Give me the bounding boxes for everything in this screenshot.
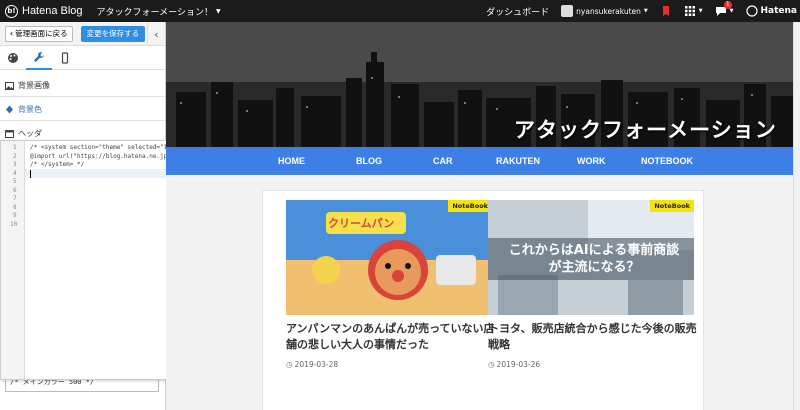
- tab-customize[interactable]: [26, 46, 52, 70]
- nav-item-rakuten[interactable]: RAKUTEN: [496, 156, 540, 166]
- image-icon: [5, 81, 14, 90]
- article-title[interactable]: アンパンマンのあんぱんが売っていない店舗の悲しい大人の事情だった: [286, 321, 496, 353]
- smartphone-icon: [61, 51, 69, 64]
- save-changes-button[interactable]: 変更を保存する: [80, 25, 146, 42]
- clock-icon: ◷: [286, 360, 293, 369]
- back-to-admin-button[interactable]: ‹ 管理画面に戻る: [5, 25, 73, 42]
- section-background-image[interactable]: 背景画像: [0, 80, 50, 91]
- thumbnail-caption: クリームパン: [328, 217, 395, 230]
- text-cursor: [30, 169, 31, 178]
- hatena-link[interactable]: Hatena: [745, 5, 798, 17]
- article-thumbnail[interactable]: クリームパン NoteBook: [286, 200, 492, 315]
- dashboard-label: ダッシュボード: [486, 7, 550, 18]
- background-image-label: 背景画像: [18, 81, 50, 90]
- blog-title[interactable]: アタックフォーメーション: [514, 114, 777, 144]
- nav-item-blog[interactable]: BLOG: [356, 156, 382, 166]
- hatena-blog-logo[interactable]: b! Hatena Blog: [5, 4, 83, 18]
- bookmark-icon: [662, 6, 669, 16]
- chat-icon: 1: [715, 1, 732, 17]
- paint-drop-icon: [6, 105, 13, 114]
- article-title[interactable]: トヨタ、販売店統合から感じた今後の販売戦略: [488, 321, 698, 353]
- header-label: ヘッダ: [18, 129, 42, 138]
- date-label: 2019-03-26: [496, 360, 541, 369]
- section-background-color[interactable]: 背景色: [0, 104, 42, 115]
- logo-mark-icon: b!: [5, 4, 18, 18]
- caret-down-icon: ▼: [216, 7, 221, 15]
- username-label: nyansukerakuten: [576, 6, 641, 16]
- blog-name-dropdown[interactable]: アタックフォーメーション！ ▼: [97, 5, 221, 18]
- nav-item-work[interactable]: WORK: [577, 156, 606, 166]
- user-menu[interactable]: nyansukerakuten ▼: [561, 5, 648, 17]
- line-number-gutter: [1, 141, 25, 379]
- category-tag[interactable]: NoteBook: [650, 200, 694, 212]
- article-date: ◷ 2019-03-28: [286, 360, 338, 369]
- category-tag[interactable]: NoteBook: [448, 200, 492, 212]
- logo-text: Hatena Blog: [22, 5, 83, 17]
- thumbnail-caption: これからはAIによる事前商談が主流になる？: [508, 243, 680, 275]
- article-thumbnail[interactable]: これからはAIによる事前商談が主流になる？ NoteBook: [488, 200, 694, 315]
- wrench-icon: [34, 51, 44, 62]
- article-date: ◷ 2019-03-26: [488, 360, 540, 369]
- header-image: アタックフォーメーション: [166, 22, 800, 147]
- code-line: /* </system> */: [30, 161, 85, 168]
- bookmark-button[interactable]: [660, 5, 672, 17]
- blog-preview: アタックフォーメーション HOME BLOG CAR RAKUTEN WORK …: [166, 22, 800, 410]
- section-header[interactable]: ヘッダ: [0, 128, 42, 139]
- hatena-mark-icon: [745, 5, 758, 17]
- background-color-label: 背景色: [18, 105, 42, 114]
- avatar: [561, 5, 574, 17]
- dashboard-link[interactable]: ダッシュボード: [486, 5, 549, 18]
- blog-name-label: アタックフォーメーション！: [96, 7, 214, 18]
- caret-down-icon: ▼: [698, 8, 703, 14]
- grid-icon: [684, 6, 695, 16]
- notifications-button[interactable]: 1 ▼: [715, 1, 734, 17]
- hatena-label: Hatena: [760, 6, 798, 16]
- nav-item-home[interactable]: HOME: [278, 156, 305, 166]
- palette-icon: [8, 52, 18, 63]
- clock-icon: ◷: [488, 360, 495, 369]
- tab-theme[interactable]: [0, 46, 26, 70]
- date-label: 2019-03-28: [294, 360, 339, 369]
- caret-down-icon: ▼: [729, 8, 734, 14]
- chevron-left-icon: ‹: [10, 29, 14, 38]
- nav-item-notebook[interactable]: NOTEBOOK: [641, 156, 693, 166]
- caret-down-icon: ▼: [643, 8, 648, 14]
- back-button-label: 管理画面に戻る: [15, 29, 68, 38]
- article-list: クリームパン NoteBook アンパンマンのあんぱんが売っていない店舗の悲しい…: [262, 190, 704, 410]
- header-icon: [5, 129, 14, 138]
- chevron-left-icon: ‹: [154, 27, 159, 41]
- notification-badge: 1: [723, 1, 732, 9]
- page-scrollbar[interactable]: [793, 22, 800, 410]
- panel-header: ‹ 管理画面に戻る 変更を保存する ‹: [0, 22, 165, 46]
- global-nav: HOME BLOG CAR RAKUTEN WORK NOTEBOOK: [166, 147, 800, 175]
- nav-item-car[interactable]: CAR: [433, 156, 453, 166]
- panel-tabs: [0, 46, 165, 70]
- tab-smartphone[interactable]: [52, 46, 78, 70]
- apps-button[interactable]: ▼: [684, 5, 703, 17]
- top-bar: b! Hatena Blog アタックフォーメーション！ ▼ ダッシュボード n…: [0, 0, 800, 22]
- collapse-panel-button[interactable]: ‹: [147, 22, 165, 46]
